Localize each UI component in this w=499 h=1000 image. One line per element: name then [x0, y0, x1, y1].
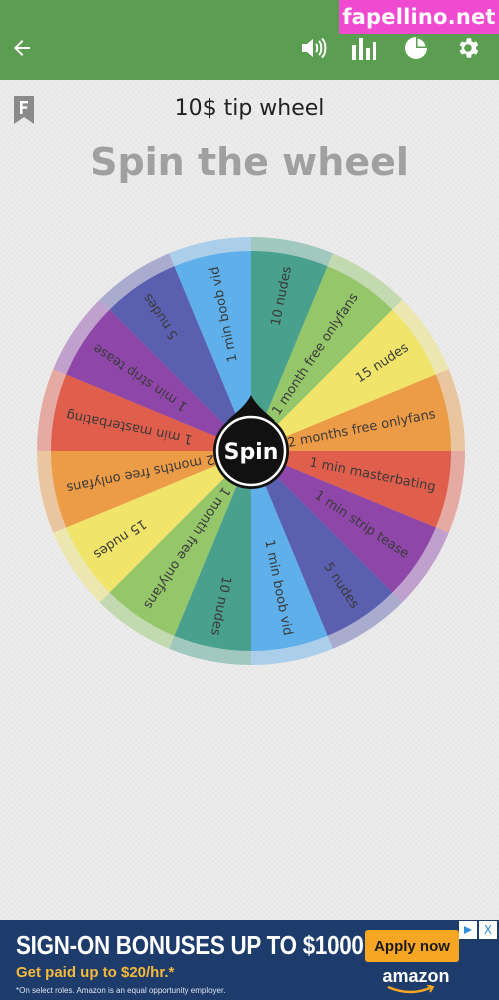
- amazon-smile-icon: [387, 985, 435, 994]
- wheel-graphic[interactable]: 10 nudes1 month free onlyfans15 nudes2 m…: [36, 236, 466, 666]
- ad-fine-print: *On select roles. Amazon is an equal opp…: [16, 986, 226, 995]
- gear-icon: [459, 38, 479, 58]
- settings-button[interactable]: [450, 30, 486, 66]
- wheel-title: 10$ tip wheel: [174, 96, 325, 121]
- back-button[interactable]: [4, 30, 40, 66]
- ad-close-button[interactable]: X: [479, 921, 497, 939]
- sound-button[interactable]: [296, 30, 332, 66]
- ad-brand-logo: amazon: [382, 966, 450, 986]
- ad-controls: X: [459, 921, 497, 939]
- speaker-icon: [302, 37, 327, 59]
- arrow-left-icon: [14, 40, 30, 56]
- bar-chart-icon: [352, 38, 376, 60]
- spin-heading: Spin the wheel: [90, 140, 409, 184]
- ad-info-icon[interactable]: [459, 921, 477, 939]
- wheel[interactable]: 10 nudes 1 month free onlyfans 15 nudes 2 m…: [36, 236, 466, 666]
- ad-headline: SIGN-ON BONUSES UP TO $1000: [16, 930, 364, 960]
- pie-chart-icon: [405, 37, 427, 59]
- results-button[interactable]: [346, 30, 382, 66]
- stats-button[interactable]: [398, 30, 434, 66]
- spin-button-label: Spin: [224, 440, 279, 465]
- watermark: fapellino.net: [339, 0, 499, 34]
- ad-apply-button[interactable]: Apply now: [365, 930, 459, 962]
- ad-subline: Get paid up to $20/hr.*: [16, 964, 175, 981]
